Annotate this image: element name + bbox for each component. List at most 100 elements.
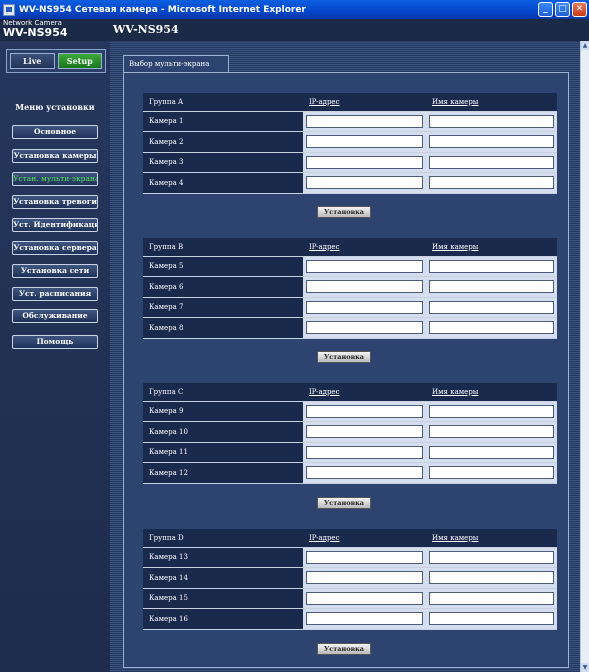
ip-column-header: IP-адрес [303,529,426,548]
camera-label: Камера 16 [143,608,303,630]
live-button[interactable]: Live [10,53,55,69]
group-title: Группа C [143,383,303,402]
set-button-group-b[interactable]: Установка [317,351,371,363]
name-column-header: Имя камеры [426,529,557,548]
sidebar-item-schedule[interactable]: Уст. расписания [12,287,98,301]
camera-name-input[interactable] [429,176,554,190]
camera-name-input[interactable] [429,445,554,459]
setup-menu-title: Меню установки [15,102,95,112]
camera-name-input[interactable] [429,259,554,273]
tab-multiscreen-selection[interactable]: Выбор мульти-экрана [123,55,229,72]
camera-label: Камера 15 [143,588,303,609]
mode-switch: Live Setup [6,49,106,73]
camera-name-input[interactable] [429,425,554,439]
table-header: Группа C IP-адрес Имя камеры [143,383,557,402]
camera-name-input[interactable] [429,571,554,585]
model-name: WV-NS954 [113,23,179,36]
ip-address-input[interactable] [306,612,423,626]
camera-label: Камера 9 [143,401,303,422]
camera-name-input[interactable] [429,114,554,128]
camera-label: Камера 12 [143,462,303,484]
camera-name-input[interactable] [429,550,554,564]
table-row: Камера 1 [143,111,557,132]
ip-address-input[interactable] [306,135,423,149]
group-title: Группа D [143,529,303,548]
camera-name-input[interactable] [429,321,554,335]
sidebar-item-identification[interactable]: Уст. Идентификации [12,218,98,232]
set-button-group-c[interactable]: Установка [317,497,371,509]
camera-name-input[interactable] [429,612,554,626]
camera-name-input[interactable] [429,591,554,605]
ip-column-header: IP-адрес [303,383,426,402]
ip-address-input[interactable] [306,280,423,294]
setup-button[interactable]: Setup [57,53,102,69]
ip-address-input[interactable] [306,425,423,439]
sidebar-item-help[interactable]: Помощь [12,335,98,349]
table-row: Камера 3 [143,152,557,173]
ip-address-input[interactable] [306,466,423,480]
table-header: Группа B IP-адрес Имя камеры [143,238,557,257]
set-button-group-a[interactable]: Установка [317,206,371,218]
ip-address-input[interactable] [306,591,423,605]
camera-name-input[interactable] [429,155,554,169]
ip-address-input[interactable] [306,114,423,128]
camera-label: Камера 11 [143,442,303,463]
ie-app-icon [3,3,15,16]
sidebar-item-multiscreen[interactable]: Устан. мульти-экрана [12,172,98,186]
scroll-up-icon[interactable]: ▲ [581,41,589,50]
vertical-scrollbar[interactable]: ▲ ▼ [580,41,589,672]
sidebar: Live Setup Меню установки Основное Устан… [0,41,110,672]
table-row: Камера 2 [143,131,557,153]
brand-logo: Network Camera WV-NS954 [3,20,68,39]
camera-label: Камера 1 [143,111,303,132]
minimize-icon[interactable]: _ [538,2,553,17]
table-row: Камера 6 [143,276,557,298]
group-title: Группа A [143,93,303,112]
ip-address-input[interactable] [306,155,423,169]
table-row: Камера 4 [143,172,557,194]
table-header: Группа A IP-адрес Имя камеры [143,93,557,112]
camera-name-input[interactable] [429,466,554,480]
sidebar-item-basic[interactable]: Основное [12,125,98,139]
name-column-header: Имя камеры [426,238,557,257]
camera-label: Камера 7 [143,297,303,318]
group-title: Группа B [143,238,303,257]
sidebar-item-camera[interactable]: Установка камеры [12,149,98,163]
ip-address-input[interactable] [306,550,423,564]
camera-name-input[interactable] [429,280,554,294]
camera-label: Камера 3 [143,152,303,173]
camera-name-input[interactable] [429,135,554,149]
sidebar-item-network[interactable]: Установка сети [12,264,98,278]
close-icon[interactable]: ✕ [572,2,587,17]
table-row: Камера 8 [143,317,557,339]
ip-address-input[interactable] [306,404,423,418]
set-button-group-d[interactable]: Установка [317,643,371,655]
ip-address-input[interactable] [306,321,423,335]
window-titlebar: WV-NS954 Сетевая камера - Microsoft Inte… [0,0,589,19]
table-row: Камера 15 [143,588,557,609]
camera-label: Камера 8 [143,317,303,339]
sidebar-item-alarm[interactable]: Установка тревоги [12,195,98,209]
ip-address-input[interactable] [306,300,423,314]
maximize-icon[interactable]: □ [555,2,570,17]
window-title: WV-NS954 Сетевая камера - Microsoft Inte… [19,4,306,15]
camera-name-input[interactable] [429,300,554,314]
table-row: Камера 10 [143,421,557,443]
group-b-table: Группа B IP-адрес Имя камеры Камера 5 Ка… [143,238,557,339]
camera-name-input[interactable] [429,404,554,418]
sidebar-item-server[interactable]: Установка сервера [12,241,98,255]
table-row: Камера 5 [143,256,557,277]
camera-label: Камера 2 [143,131,303,153]
ip-address-input[interactable] [306,259,423,273]
ip-address-input[interactable] [306,445,423,459]
ip-address-input[interactable] [306,571,423,585]
scroll-down-icon[interactable]: ▼ [581,663,589,672]
table-row: Камера 16 [143,608,557,630]
group-a-table: Группа A IP-адрес Имя камеры Камера 1 Ка… [143,93,557,194]
table-row: Камера 11 [143,442,557,463]
sidebar-item-maintenance[interactable]: Обслуживание [12,309,98,323]
ip-address-input[interactable] [306,176,423,190]
camera-label: Камера 6 [143,276,303,298]
camera-label: Камера 5 [143,256,303,277]
camera-label: Камера 13 [143,547,303,568]
